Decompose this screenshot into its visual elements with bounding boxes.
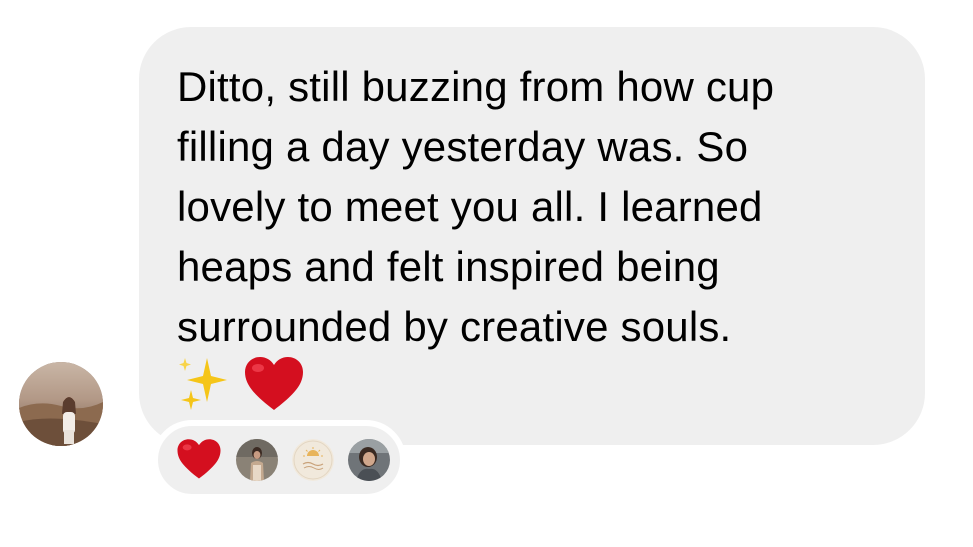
reactions-bar[interactable]: [152, 420, 406, 500]
reactor-avatar-photo[interactable]: [236, 439, 278, 481]
reactor-photo-2: [348, 439, 390, 481]
reactor-photo-1: [236, 439, 278, 481]
message-bubble[interactable]: Ditto, still buzzing from how cup fillin…: [139, 27, 925, 445]
message-text: Ditto, still buzzing from how cup fillin…: [177, 63, 775, 350]
sender-avatar-photo: [19, 362, 103, 446]
message-emoji-row: [177, 355, 895, 415]
sparkles-icon: [179, 358, 227, 410]
little-beams-logo: [292, 439, 334, 481]
red-heart-icon: [177, 439, 221, 479]
reactor-avatar-photo[interactable]: [348, 439, 390, 481]
sender-avatar[interactable]: [19, 362, 103, 446]
reactor-avatar-logo[interactable]: [292, 439, 334, 481]
red-heart-icon: [245, 357, 303, 410]
message-thread: Ditto, still buzzing from how cup fillin…: [0, 0, 973, 547]
